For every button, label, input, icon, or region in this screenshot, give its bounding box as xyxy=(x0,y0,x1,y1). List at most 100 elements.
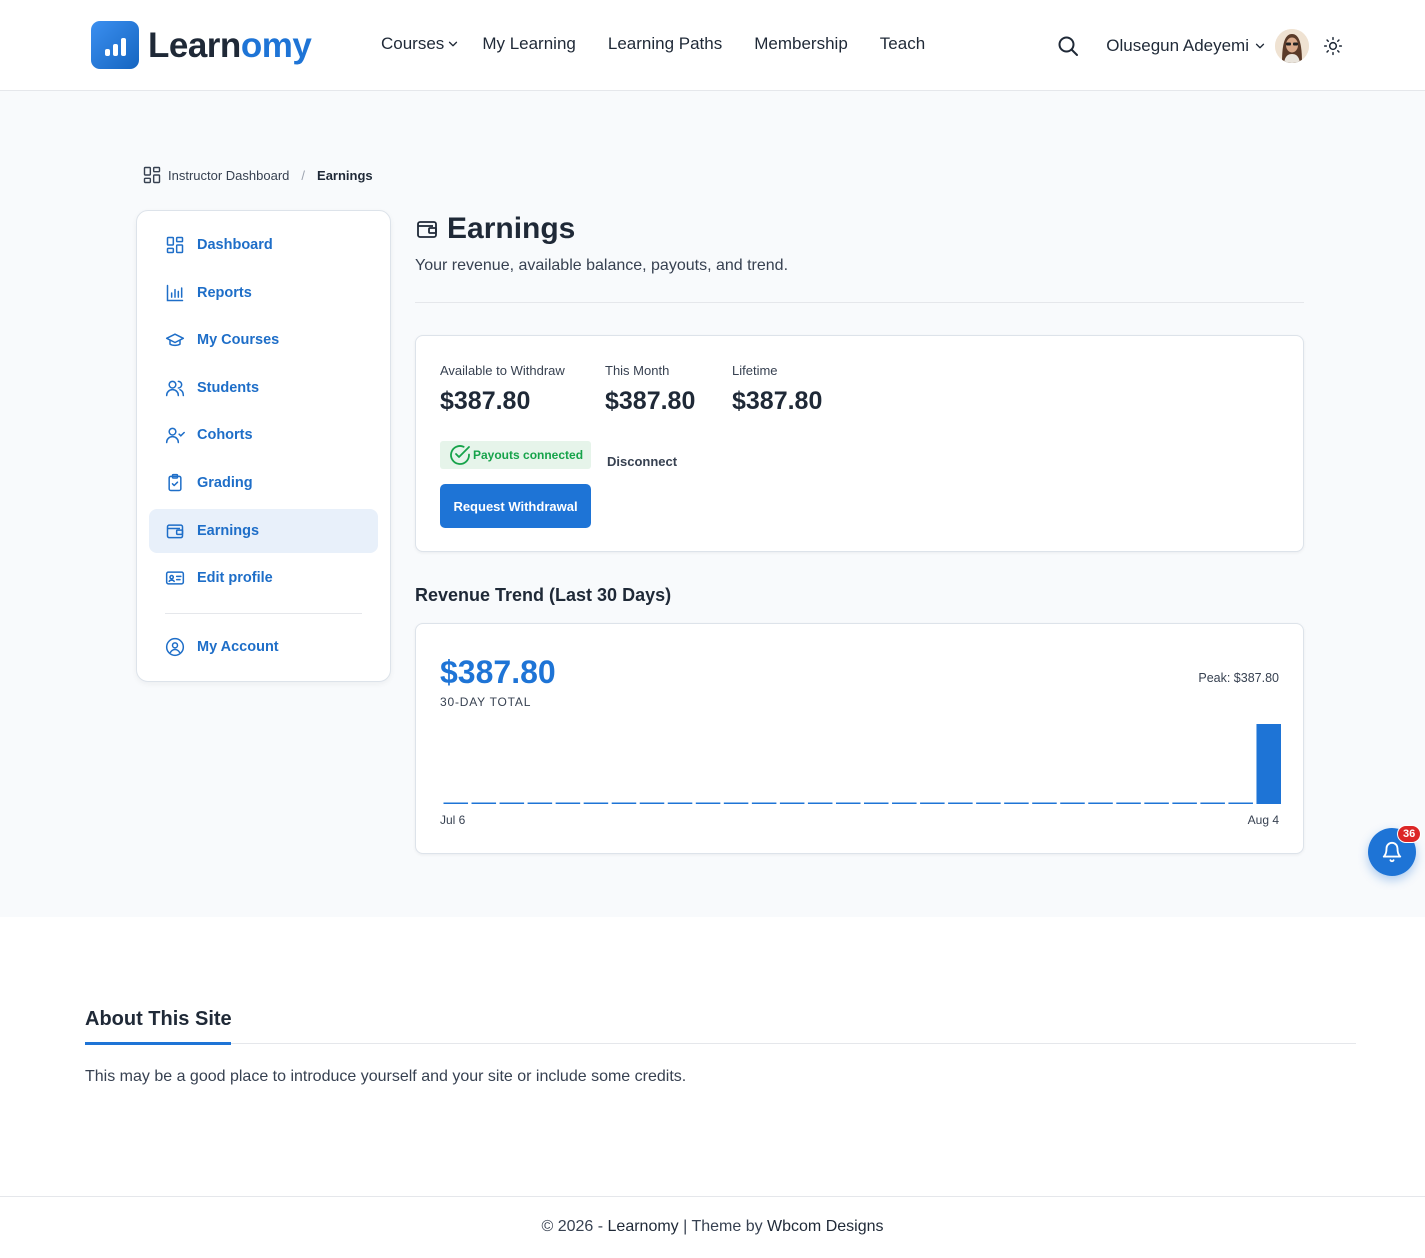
breadcrumb-current: Earnings xyxy=(317,167,373,183)
stat-label: Lifetime xyxy=(732,363,778,378)
chart-bar xyxy=(1256,724,1281,804)
site-header: Learnomy Courses My Learning Learning Pa… xyxy=(0,0,1425,91)
nav-item-learning-paths[interactable]: Learning Paths xyxy=(608,34,722,54)
chart-bar xyxy=(1172,802,1197,804)
content-divider xyxy=(415,302,1304,303)
chart-peak-label: Peak: $387.80 xyxy=(1198,671,1279,685)
bar-chart-icon xyxy=(166,284,184,301)
chart-bar xyxy=(555,802,581,804)
clipboard-check-icon xyxy=(168,473,182,492)
breadcrumb: Instructor Dashboard / Earnings xyxy=(142,165,373,185)
search-icon[interactable] xyxy=(1056,34,1080,58)
sidebar-item-label: Cohorts xyxy=(197,427,253,444)
stat-value: $387.80 xyxy=(440,387,531,415)
about-title: About This Site xyxy=(85,1008,232,1030)
x-axis-end-label: Aug 4 xyxy=(1247,813,1279,827)
chart-bar xyxy=(611,802,637,804)
chart-bar xyxy=(779,802,805,804)
footer-divider-text: | Theme by xyxy=(678,1218,768,1235)
chart-bar xyxy=(835,802,861,804)
chart-bar xyxy=(723,802,749,804)
about-divider xyxy=(85,1043,1356,1044)
payouts-status-badge: Payouts connected xyxy=(440,441,592,469)
sidebar-item-reports[interactable]: Reports xyxy=(149,271,378,315)
chart-bar xyxy=(1032,802,1057,804)
chart-bar xyxy=(443,802,469,804)
about-text: This may be a good place to introduce yo… xyxy=(85,1068,687,1085)
sidebar-item-label: Grading xyxy=(197,474,253,491)
sidebar-item-label: Reports xyxy=(197,284,252,301)
request-withdrawal-button[interactable]: Request Withdrawal xyxy=(440,484,591,528)
chart-bar xyxy=(583,802,609,804)
chart-bar xyxy=(639,802,665,804)
wallet-icon xyxy=(417,221,437,238)
chart-bar xyxy=(1060,802,1085,804)
chart-bar xyxy=(807,802,833,804)
avatar[interactable] xyxy=(1275,29,1309,63)
stat-lifetime: Lifetime $387.80 xyxy=(732,363,822,416)
earnings-summary-card: Available to Withdraw $387.80 This Month… xyxy=(415,335,1304,552)
nav-item-label: Learning Paths xyxy=(607,34,723,53)
sidebar-item-cohorts[interactable]: Cohorts xyxy=(149,413,378,457)
chart-bar xyxy=(499,802,525,804)
footer-copyright: © 2026 - xyxy=(541,1218,608,1235)
logo-chart-icon xyxy=(91,21,139,69)
chart-bar xyxy=(892,802,917,804)
user-menu-name[interactable]: Olusegun Adeyemi xyxy=(1106,36,1249,56)
sidebar-item-label: My Account xyxy=(197,639,279,656)
sidebar-divider xyxy=(165,613,362,615)
sidebar-item-label: Edit profile xyxy=(197,570,273,587)
page-heading: Earnings xyxy=(415,212,575,246)
nav-item-label: Teach xyxy=(879,34,926,53)
chart-bar xyxy=(695,802,721,804)
stat-this-month: This Month $387.80 xyxy=(605,363,695,416)
nav-item-teach[interactable]: Teach xyxy=(880,34,925,54)
stat-available: Available to Withdraw $387.80 xyxy=(440,363,565,416)
site-logo[interactable]: Learnomy xyxy=(91,21,312,69)
nav-item-my-learning[interactable]: My Learning xyxy=(482,34,576,54)
chevron-down-icon xyxy=(449,41,458,47)
payouts-status-text: Payouts connected xyxy=(473,448,584,462)
chart-bar xyxy=(1200,802,1225,804)
sidebar-item-edit-profile[interactable]: Edit profile xyxy=(149,556,378,600)
nav-item-courses[interactable]: Courses xyxy=(381,34,460,54)
user-circle-icon xyxy=(165,638,185,657)
chart-bar xyxy=(667,802,693,804)
chart-bar xyxy=(751,802,777,804)
sidebar-item-label: Dashboard xyxy=(197,237,273,253)
sidebar-item-my-courses[interactable]: My Courses xyxy=(149,318,378,362)
breadcrumb-parent[interactable]: Instructor Dashboard xyxy=(168,168,289,183)
sidebar-item-grading[interactable]: Grading xyxy=(149,461,378,505)
dashboard-grid-icon xyxy=(143,166,161,184)
footer-theme-link[interactable]: Wbcom Designs xyxy=(767,1218,883,1235)
chart-bar xyxy=(1116,802,1141,804)
sun-icon[interactable] xyxy=(1323,36,1343,56)
instructor-sidebar: Dashboard Reports My Courses Students Co… xyxy=(136,210,391,682)
site-footer: © 2026 - Learnomy | Theme by Wbcom Desig… xyxy=(0,1218,1425,1236)
nav-item-membership[interactable]: Membership xyxy=(754,34,848,54)
breadcrumb-separator: / xyxy=(301,167,306,183)
sidebar-item-label: Earnings xyxy=(197,522,260,539)
logo-wordmark: Learnomy xyxy=(148,25,312,65)
sidebar-item-students[interactable]: Students xyxy=(149,366,378,410)
chart-bar xyxy=(976,802,1001,804)
stat-label: This Month xyxy=(605,363,670,378)
chart-bar xyxy=(864,802,889,804)
sidebar-item-earnings[interactable]: Earnings xyxy=(149,508,378,553)
chevron-down-icon[interactable] xyxy=(1253,39,1267,53)
disconnect-button[interactable]: Disconnect xyxy=(607,454,677,469)
chart-bar xyxy=(527,802,553,804)
sidebar-item-my-account[interactable]: My Account xyxy=(149,625,378,669)
sidebar-item-dashboard[interactable]: Dashboard xyxy=(149,223,378,267)
about-accent-line xyxy=(85,1042,231,1045)
revenue-bar-chart xyxy=(443,724,1281,804)
sidebar-item-label: My Courses xyxy=(197,332,280,349)
logo-text-learn: Learn xyxy=(148,25,241,65)
stat-label: Available to Withdraw xyxy=(440,363,565,378)
footer-site-link[interactable]: Learnomy xyxy=(608,1218,679,1235)
chart-total-value: $387.80 xyxy=(440,654,556,690)
chart-bar xyxy=(1004,802,1029,804)
notification-count-badge: 36 xyxy=(1397,825,1422,843)
bell-icon xyxy=(1382,842,1402,863)
main-nav: Courses My Learning Learning Paths Membe… xyxy=(381,34,957,54)
